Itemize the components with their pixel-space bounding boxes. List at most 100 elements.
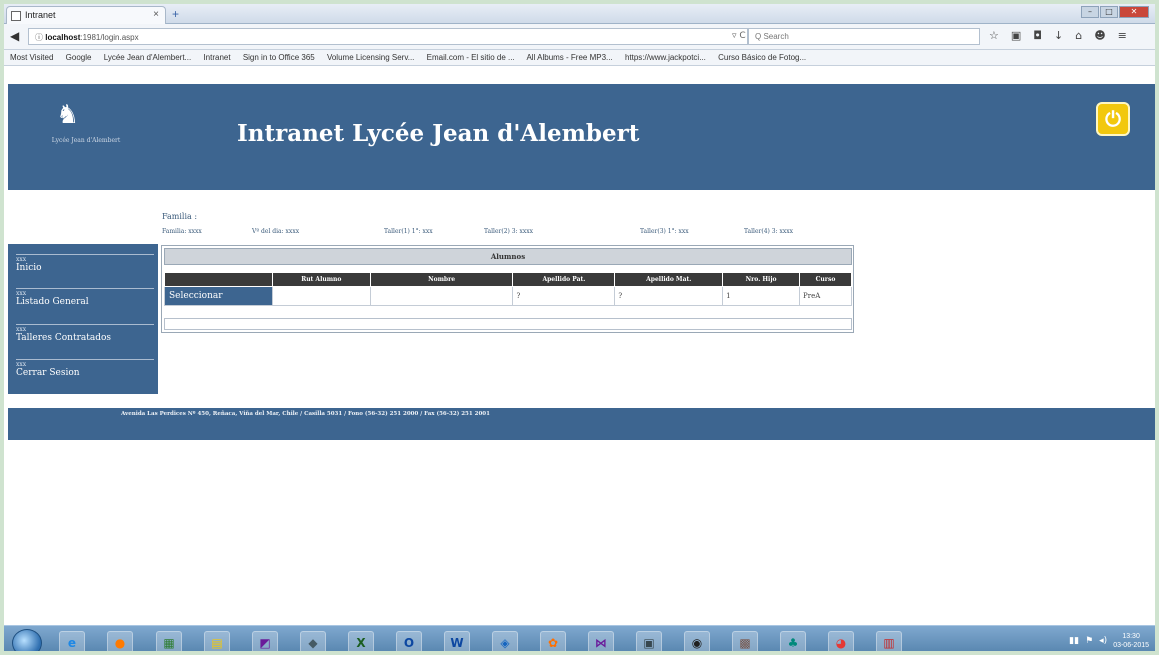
bookmark-item[interactable]: Google <box>66 53 92 62</box>
library-icon[interactable]: ▣ <box>1011 29 1021 42</box>
sidebar-menu: xxx Inicio xxx Listado General xxx Talle… <box>8 244 158 394</box>
sidebar-item-listado-general[interactable]: xxx Listado General <box>16 288 154 307</box>
app-icon[interactable]: ▥ <box>876 631 902 651</box>
excel-icon[interactable]: X <box>348 631 374 651</box>
reload-icon[interactable]: ▿ C <box>732 31 746 41</box>
sidebar-item-label[interactable]: Inicio <box>16 263 154 273</box>
sidebar-item-number: xxx <box>16 326 27 333</box>
tab-title: Intranet <box>25 10 56 20</box>
logo-caption: Lycée Jean d'Alembert <box>51 137 121 144</box>
internet-explorer-icon[interactable]: e <box>59 631 85 651</box>
home-icon[interactable]: ⌂ <box>1075 29 1082 42</box>
sync-icon[interactable]: ☻ <box>1094 29 1105 42</box>
app-icon[interactable]: ▣ <box>636 631 662 651</box>
table-row: Seleccionar ? ? 1 PreA <box>164 286 852 306</box>
family-field: Taller(1) 1°: xxx <box>384 228 433 235</box>
sidebar-item-label[interactable]: Cerrar Sesion <box>16 368 154 378</box>
column-header: Rut Alumno <box>271 272 371 287</box>
column-header: Apellido Pat. <box>512 272 616 287</box>
volume-icon[interactable]: ◂) <box>1099 636 1107 646</box>
students-table: Rut Alumno Nombre Apellido Pat. Apellido… <box>164 272 852 306</box>
back-arrow-icon[interactable]: ◀ <box>10 29 19 43</box>
bookmark-item[interactable]: Email.com - El sitio de ... <box>427 53 515 62</box>
bookmark-item[interactable]: Curso Básico de Fotog... <box>718 53 806 62</box>
system-clock[interactable]: 13:30 03-06-2015 <box>1113 632 1149 650</box>
start-button-icon[interactable] <box>12 629 42 651</box>
table-header-row: Rut Alumno Nombre Apellido Pat. Apellido… <box>164 272 852 287</box>
word-icon[interactable]: W <box>444 631 470 651</box>
sidebar-item-talleres[interactable]: xxx Talleres Contratados <box>16 324 154 343</box>
sidebar-item-label[interactable]: Talleres Contratados <box>16 333 154 343</box>
bookmark-item[interactable]: Lycée Jean d'Alembert... <box>104 53 192 62</box>
nro-hijo-cell: 1 <box>722 286 801 306</box>
bookmark-item[interactable]: https://www.jackpotci... <box>625 53 706 62</box>
browser-nav-bar: ◀ ⓘ localhost:1981/login.aspx ▿ C Q Sear… <box>4 24 1155 50</box>
bookmark-item[interactable]: Intranet <box>203 53 230 62</box>
new-tab-button[interactable]: + <box>172 7 179 21</box>
system-tray: ▮▮ ⚑ ◂) 13:30 03-06-2015 <box>1069 632 1149 650</box>
firefox-icon[interactable]: ● <box>107 631 133 651</box>
sidebar-item-label[interactable]: Listado General <box>16 297 154 307</box>
grid-caption: Alumnos <box>164 248 852 265</box>
flag-icon[interactable]: ⚑ <box>1085 636 1093 646</box>
bookmark-item[interactable]: Most Visited <box>10 53 53 62</box>
app-icon[interactable]: ▦ <box>156 631 182 651</box>
chrome-icon[interactable]: ◕ <box>828 631 854 651</box>
curso-cell: PreA <box>799 286 852 306</box>
bookmark-item[interactable]: Volume Licensing Serv... <box>327 53 414 62</box>
download-icon[interactable]: ↓ <box>1054 29 1063 42</box>
url-bar[interactable]: ⓘ localhost:1981/login.aspx <box>28 28 748 45</box>
grid-pager <box>164 318 852 330</box>
network-icon[interactable]: ▮▮ <box>1069 636 1079 646</box>
app-icon[interactable]: ◩ <box>252 631 278 651</box>
menu-icon[interactable]: ≡ <box>1118 29 1127 42</box>
apellido-pat-cell: ? <box>512 286 616 306</box>
app-icon[interactable]: ◈ <box>492 631 518 651</box>
clock-time: 13:30 <box>1122 633 1140 640</box>
sidebar-item-number: xxx <box>16 361 27 368</box>
app-icon[interactable]: ◉ <box>684 631 710 651</box>
sidebar-item-number: xxx <box>16 256 27 263</box>
minimize-icon[interactable]: – <box>1081 6 1099 18</box>
family-field: Taller(3) 1°: xxx <box>640 228 689 235</box>
bookmark-star-icon[interactable]: ☆ <box>989 29 999 42</box>
app-icon[interactable]: ♣ <box>780 631 806 651</box>
browser-tab[interactable]: Intranet × <box>6 6 166 24</box>
nombre-cell <box>369 286 514 306</box>
tab-close-icon[interactable]: × <box>153 9 159 20</box>
url-path: :1981/login.aspx <box>80 33 139 42</box>
window-controls: – □ ✕ <box>1081 6 1149 20</box>
search-input[interactable]: Q Search <box>748 28 980 45</box>
family-label: Familia : <box>162 212 198 221</box>
clock-date: 03-06-2015 <box>1113 642 1149 649</box>
column-header: Nro. Hijo <box>722 272 801 287</box>
sidebar-item-cerrar-sesion[interactable]: xxx Cerrar Sesion <box>16 359 154 378</box>
outlook-icon[interactable]: O <box>396 631 422 651</box>
logout-power-button[interactable]: ⏻ <box>1096 102 1130 136</box>
rut-cell <box>271 286 371 306</box>
site-header: ♞ Lycée Jean d'Alembert Intranet Lycée J… <box>8 84 1155 190</box>
sidebar-item-number: xxx <box>16 290 27 297</box>
visual-studio-icon[interactable]: ⋈ <box>588 631 614 651</box>
sidebar-item-inicio[interactable]: xxx Inicio <box>16 254 154 273</box>
column-header: Apellido Mat. <box>614 272 724 287</box>
maximize-icon[interactable]: □ <box>1100 6 1118 18</box>
column-header <box>164 272 273 287</box>
app-icon[interactable]: ▩ <box>732 631 758 651</box>
app-icon[interactable]: ◆ <box>300 631 326 651</box>
info-icon: ⓘ <box>35 33 46 42</box>
pocket-icon[interactable]: ◘ <box>1033 29 1042 42</box>
bookmark-item[interactable]: Sign in to Office 365 <box>243 53 315 62</box>
toolbar-icons: ☆ ▣ ◘ ↓ ⌂ ☻ ≡ <box>989 29 1127 42</box>
bookmark-item[interactable]: All Albums - Free MP3... <box>526 53 612 62</box>
apellido-mat-cell: ? <box>614 286 724 306</box>
screenshot-frame: Intranet × + – □ ✕ ◀ ⓘ localhost:1981/lo… <box>0 0 1159 655</box>
page-title: Intranet Lycée Jean d'Alembert <box>237 120 640 147</box>
folder-icon[interactable]: ▤ <box>204 631 230 651</box>
browser-tab-bar: Intranet × + – □ ✕ <box>4 4 1155 24</box>
window-close-icon[interactable]: ✕ <box>1119 6 1149 18</box>
app-icon[interactable]: ✿ <box>540 631 566 651</box>
family-field: Vº del dia: xxxx <box>252 228 300 235</box>
select-link[interactable]: Seleccionar <box>164 286 273 306</box>
column-header: Curso <box>799 272 852 287</box>
